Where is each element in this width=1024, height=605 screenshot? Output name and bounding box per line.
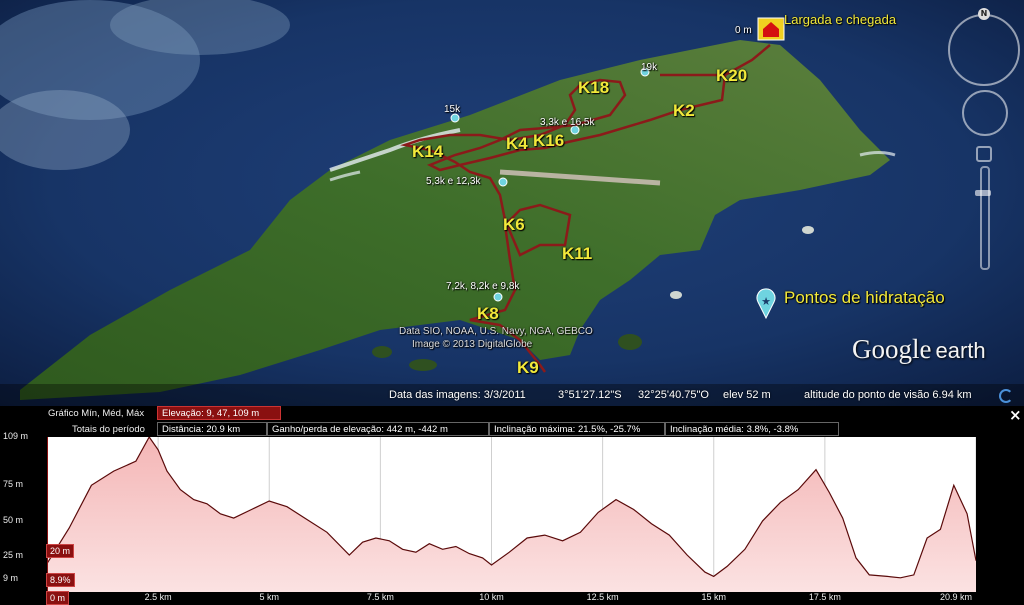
x-tick-label: 15 km xyxy=(701,592,726,602)
x-tick-label: 12.5 km xyxy=(586,592,619,602)
latitude-readout: 3°51'27.12"S xyxy=(558,389,622,401)
km-marker: K9 xyxy=(517,358,539,377)
cursor-slope-badge: 8.9% xyxy=(46,573,75,587)
y-tick-label: 25 m xyxy=(3,550,24,561)
close-icon[interactable]: × xyxy=(1009,406,1022,424)
hydration-label: 7,2k, 8,2k e 9,8k xyxy=(446,281,520,292)
km-marker: K6 xyxy=(503,215,525,234)
house-icon[interactable] xyxy=(757,17,785,41)
zoom-slider[interactable] xyxy=(980,166,990,270)
map-view[interactable]: ★ Largada e chegada 0 m Pontos de hidrat… xyxy=(0,0,1024,406)
hydration-pin[interactable] xyxy=(450,113,460,123)
km-marker: K4 xyxy=(506,134,528,153)
y-tick-label: 75 m xyxy=(3,479,24,490)
elevation-stat[interactable]: Elevação: 9, 47, 109 m xyxy=(157,406,281,420)
attribution-line-2: Image © 2013 DigitalGlobe xyxy=(412,339,533,350)
km-marker: K2 xyxy=(673,101,695,120)
hydration-legend-label: Pontos de hidratação xyxy=(784,288,945,307)
y-tick-label: 9 m xyxy=(3,573,19,584)
km-marker: K8 xyxy=(477,304,499,323)
elevation-profile-chart[interactable] xyxy=(47,437,976,592)
hydration-label: 15k xyxy=(444,104,461,115)
loading-spinner-icon xyxy=(999,389,1013,403)
svg-text:★: ★ xyxy=(761,295,771,308)
hydration-label: 3,3k e 16,5k xyxy=(540,117,595,128)
km-marker: K14 xyxy=(412,142,444,161)
km-marker: K11 xyxy=(562,244,593,263)
x-tick-label: 17.5 km xyxy=(808,592,841,602)
compass-north-icon[interactable]: N xyxy=(978,8,990,20)
elevation-readout: elev 52 m xyxy=(723,389,771,401)
cursor-elevation-badge: 20 m xyxy=(46,544,75,558)
gain-loss-stat[interactable]: Ganho/perda de elevação: 442 m, -442 m xyxy=(267,422,489,436)
distance-stat[interactable]: Distância: 20.9 km xyxy=(157,422,267,436)
longitude-readout: 32°25'40.75"O xyxy=(638,389,709,401)
x-tick-label: 20.9 km xyxy=(939,592,973,602)
hydration-label: 5,3k e 12,3k xyxy=(426,176,481,187)
look-control[interactable] xyxy=(948,14,1020,86)
hydration-label: 19k xyxy=(641,62,658,73)
graph-label: Gráfico Mín, Méd, Máx xyxy=(48,408,145,419)
hydration-pin[interactable] xyxy=(498,177,508,187)
attribution-line-1: Data SIO, NOAA, U.S. Navy, NGA, GEBCO xyxy=(399,326,593,337)
google-earth-logo: Google earth xyxy=(852,334,986,364)
km-marker: K18 xyxy=(578,78,610,97)
x-tick-label: 7.5 km xyxy=(366,592,394,602)
y-tick-label: 50 m xyxy=(3,514,24,525)
y-tick-label: 109 m xyxy=(3,431,29,441)
x-tick-label: 2.5 km xyxy=(144,592,172,602)
start-finish-label: Largada e chegada xyxy=(784,12,897,27)
x-tick-label: 5 km xyxy=(259,592,279,602)
imagery-date: Data das imagens: 3/3/2011 xyxy=(389,389,526,401)
totals-label: Totais do período xyxy=(72,424,145,435)
km-marker: K16 xyxy=(533,131,565,150)
max-slope-stat[interactable]: Inclinação máxima: 21.5%, -25.7% xyxy=(489,422,665,436)
avg-slope-stat[interactable]: Inclinação média: 3.8%, -3.8% xyxy=(665,422,839,436)
street-view-icon[interactable] xyxy=(976,146,992,162)
move-control[interactable] xyxy=(962,90,1008,136)
x-tick-label: 10 km xyxy=(479,592,504,602)
cursor-distance-badge: 0 m xyxy=(46,591,70,605)
km-marker: K20 xyxy=(716,66,748,85)
zoom-slider-handle[interactable] xyxy=(975,190,991,196)
start-distance-label: 0 m xyxy=(735,25,752,36)
hydration-pin[interactable] xyxy=(493,292,503,302)
eye-altitude-readout: altitude do ponto de visão 6.94 km xyxy=(804,389,972,401)
